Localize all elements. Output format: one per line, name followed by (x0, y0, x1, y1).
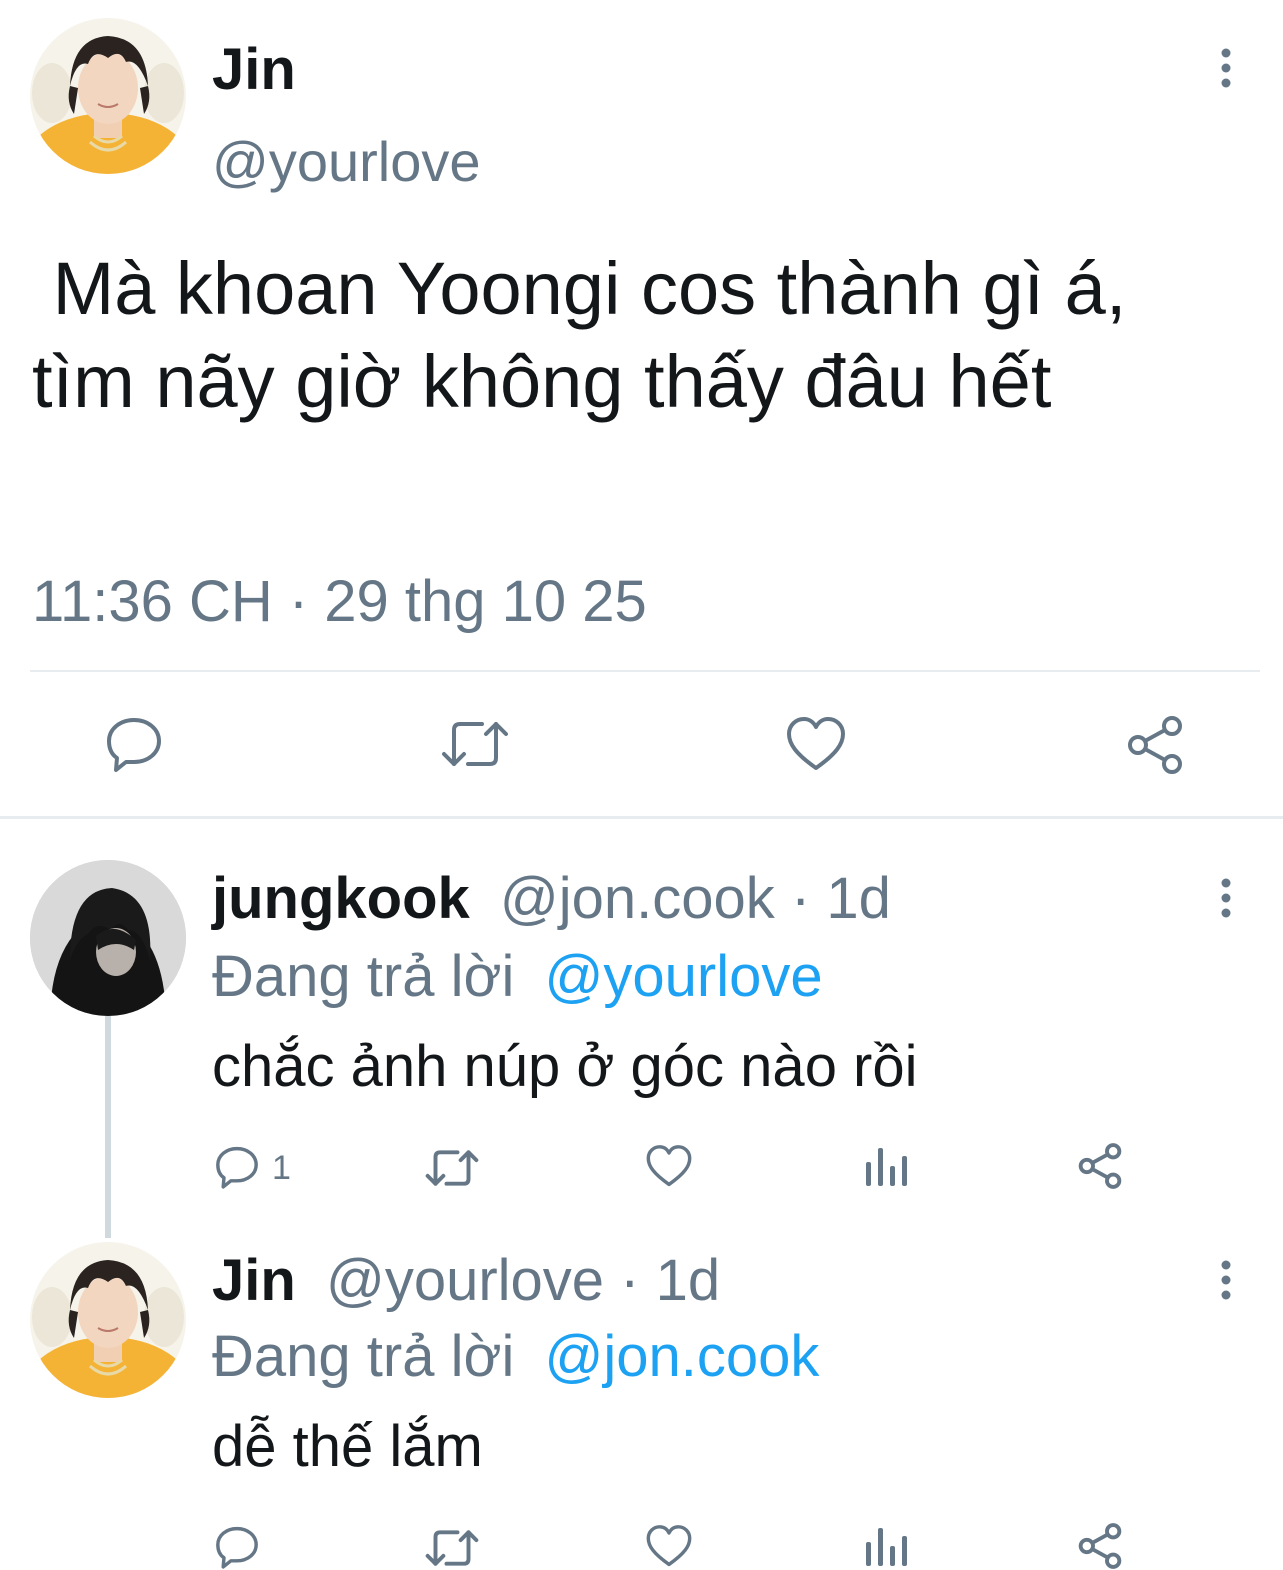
reply-text: chắc ảnh núp ở góc nào rồi (212, 1034, 918, 1099)
share-icon[interactable] (1076, 1142, 1124, 1190)
share-icon[interactable] (1124, 714, 1186, 776)
tweet-timestamp[interactable]: 11:36 CH · 29 thg 10 25 (32, 568, 647, 636)
retweet-icon[interactable] (440, 716, 510, 772)
views-icon[interactable] (864, 1144, 908, 1188)
avatar-jin-image (30, 1242, 186, 1398)
reply-avatar[interactable] (30, 860, 186, 1016)
reply-separator: · (790, 866, 811, 931)
avatar-jungkook-image (30, 860, 186, 1016)
reply-icon[interactable] (214, 1144, 260, 1190)
reply-text: dễ thế lắm (212, 1414, 483, 1479)
like-icon[interactable] (786, 716, 846, 772)
retweet-icon[interactable] (424, 1146, 480, 1190)
reply-avatar[interactable] (30, 1242, 186, 1398)
share-icon[interactable] (1076, 1522, 1124, 1570)
like-icon[interactable] (646, 1524, 692, 1568)
reply-author-handle[interactable]: @yourlove (326, 1248, 604, 1313)
reply-author-name[interactable]: Jin (212, 1248, 296, 1313)
divider (30, 670, 1260, 672)
replying-to-link[interactable]: @jon.cook (545, 1324, 820, 1389)
author-name[interactable]: Jin (212, 38, 296, 102)
section-divider (0, 816, 1283, 819)
reply-header: jungkook @jon.cook · 1d (212, 866, 891, 932)
reply-separator: · (620, 1248, 640, 1313)
replying-to-prefix: Đang trả lời (212, 944, 515, 1009)
replying-to-link[interactable]: @yourlove (545, 944, 823, 1009)
avatar-jin-image (30, 18, 186, 174)
author-handle[interactable]: @yourlove (212, 130, 481, 194)
reply-header: Jin @yourlove · 1d (212, 1248, 720, 1314)
reply-age[interactable]: 1d (656, 1248, 721, 1313)
replying-to-line: Đang trả lời @jon.cook (212, 1324, 819, 1390)
more-options-icon[interactable] (1216, 48, 1236, 88)
more-options-icon[interactable] (1216, 878, 1236, 918)
more-options-icon[interactable] (1216, 1260, 1236, 1300)
views-icon[interactable] (864, 1524, 908, 1568)
tweet-text: Mà khoan Yoongi cos thành gì á, tìm nãy … (32, 247, 1147, 423)
reply-author-handle[interactable]: @jon.cook (500, 866, 775, 931)
replying-to-prefix: Đang trả lời (212, 1324, 515, 1389)
reply-age[interactable]: 1d (826, 866, 891, 931)
reply-count: 1 (272, 1149, 291, 1187)
reply-icon[interactable] (214, 1524, 260, 1570)
like-icon[interactable] (646, 1144, 692, 1188)
retweet-icon[interactable] (424, 1526, 480, 1570)
reply-author-name[interactable]: jungkook (212, 866, 470, 931)
replying-to-line: Đang trả lời @yourlove (212, 944, 823, 1010)
author-avatar[interactable] (30, 18, 186, 174)
reply-icon[interactable] (104, 714, 164, 774)
thread-line (105, 1012, 111, 1238)
